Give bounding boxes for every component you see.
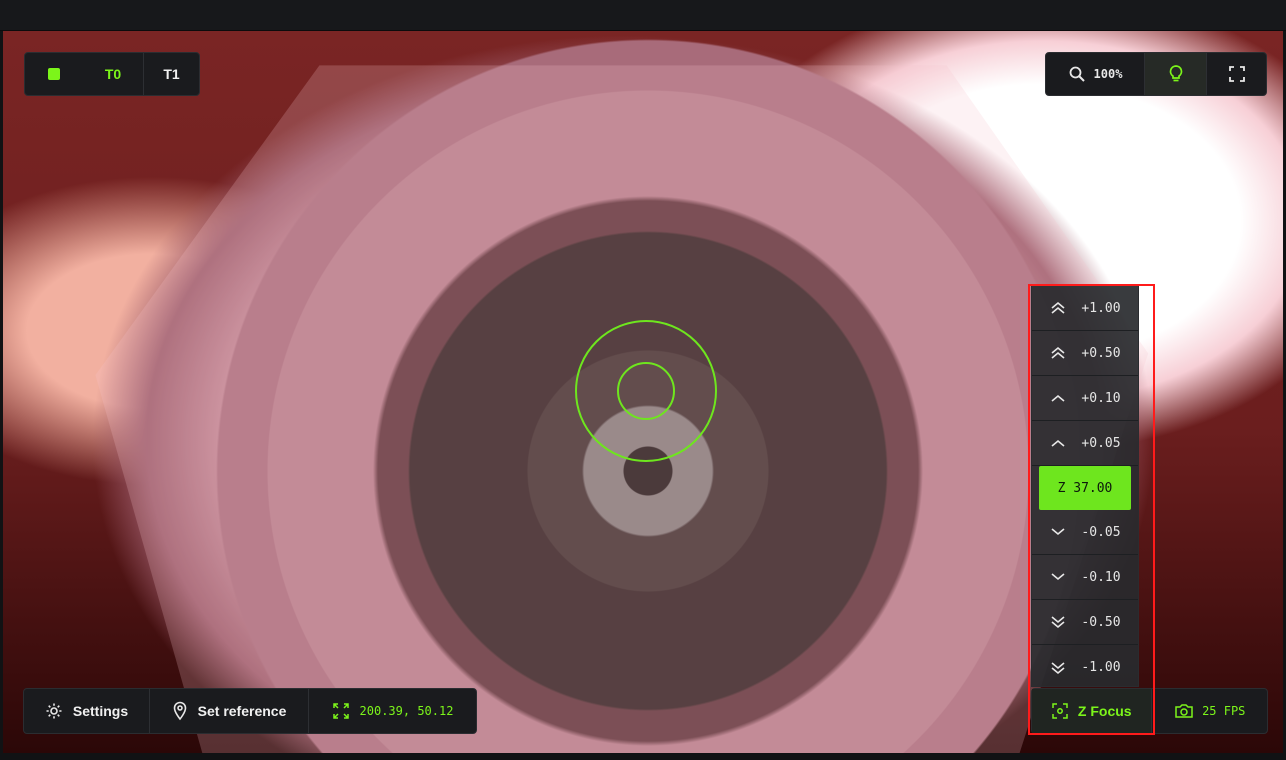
z-step-label: +1.00 [1081,300,1121,316]
z-focus-button[interactable]: Z Focus [1032,689,1152,733]
chevron-down-icon [1051,528,1065,536]
camera-icon [1175,704,1193,718]
tool-t1-button[interactable]: T1 [143,53,199,95]
map-pin-icon [173,701,186,721]
z-step-label: +0.50 [1081,345,1121,361]
set-reference-label: Set reference [197,703,287,719]
bottom-left-toolbar: Settings Set reference 200.39, 50.12 [23,688,477,734]
z-step-down-0-50[interactable]: -0.50 [1032,600,1138,645]
toolhead-selector: T0 T1 [24,52,200,96]
expand-arrows-icon [332,703,349,719]
coordinates-value: 200.39, 50.12 [359,704,454,718]
set-reference-button[interactable]: Set reference [149,689,308,733]
double-chevron-up-icon [1051,346,1065,359]
gear-icon [46,703,62,719]
z-current-position: Z 37.00 [1039,466,1131,510]
zoom-value: 100% [1093,67,1123,81]
title-bar [0,0,1286,31]
z-step-up-0-50[interactable]: +0.50 [1032,331,1138,376]
z-step-label: -1.00 [1081,660,1121,675]
double-chevron-down-icon [1051,661,1065,674]
z-focus-label: Z Focus [1077,703,1132,719]
z-step-label: +0.10 [1081,390,1121,406]
z-step-label: +0.05 [1081,435,1121,451]
fullscreen-icon [1228,66,1245,82]
nozzle-hexagon [95,65,1149,753]
z-step-label: -0.50 [1081,614,1121,630]
chevron-up-icon [1051,394,1065,402]
focus-frame-icon [1052,703,1068,719]
z-step-up-1-00[interactable]: +1.00 [1032,286,1138,331]
fps-label: 25 FPS [1202,704,1246,718]
settings-label: Settings [72,703,129,719]
zoom-button[interactable]: 100% [1046,53,1144,95]
tool-t0-button[interactable]: T0 [83,53,143,95]
fps-indicator: 25 FPS [1151,689,1267,733]
z-adjust-panel: +1.00 +0.50 +0.10 +0.05 Z 37.00 -0.05 -0… [1031,285,1139,687]
z-step-label: -0.10 [1081,569,1121,585]
light-toggle-button[interactable] [1144,53,1206,95]
view-tools: 100% [1045,52,1267,96]
bulb-icon [1169,65,1182,82]
z-step-down-0-10[interactable]: -0.10 [1032,555,1138,600]
status-indicator [25,53,83,95]
double-chevron-up-icon [1051,301,1065,314]
chevron-up-icon [1051,439,1065,447]
z-step-up-0-10[interactable]: +0.10 [1032,376,1138,421]
bottom-right-toolbar: Z Focus 25 FPS [1031,688,1268,734]
magnifier-icon [1069,66,1085,82]
fullscreen-button[interactable] [1206,53,1266,95]
settings-button[interactable]: Settings [24,689,149,733]
coordinates-readout: 200.39, 50.12 [308,689,476,733]
z-step-down-0-05[interactable]: -0.05 [1032,510,1138,555]
z-step-up-0-05[interactable]: +0.05 [1032,421,1138,466]
z-step-label: -0.05 [1081,524,1121,540]
chevron-down-icon [1051,573,1065,581]
double-chevron-down-icon [1051,616,1065,629]
z-step-down-1-00[interactable]: -1.00 [1032,645,1138,690]
